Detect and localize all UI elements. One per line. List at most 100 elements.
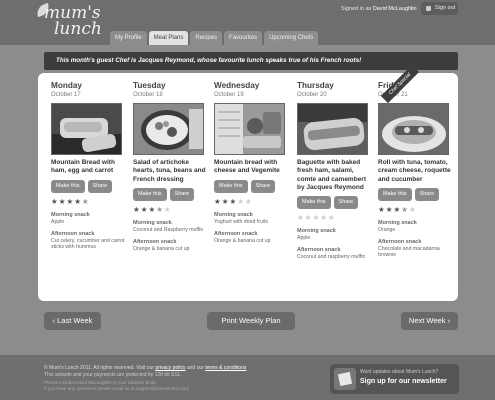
guest-chef-banner: This month's guest Chef is Jacques Reymo… [44, 52, 458, 70]
day-name: Tuesday [133, 81, 166, 90]
star-icon: ★ [51, 196, 58, 206]
share-button[interactable]: Share [87, 179, 113, 193]
afternoon-snack: Orange & banana cut up [214, 237, 271, 244]
morning-snack: Orange [378, 226, 396, 233]
meal-photo[interactable] [214, 103, 285, 155]
star-icon: ★ [148, 204, 156, 214]
star-rating[interactable]: ★ ★ ★ ★ ★ [133, 204, 207, 214]
tab-recipes[interactable]: Recipes [190, 31, 223, 45]
meal-photo[interactable] [378, 103, 449, 155]
tab-meal-plans[interactable]: Meal Plans [148, 31, 189, 45]
star-icon: ★ [214, 196, 221, 206]
meal-photo[interactable] [297, 103, 368, 155]
empty-star-icon: ★ [244, 196, 252, 206]
half-star-icon: ★ [401, 204, 408, 214]
share-button[interactable]: Share [333, 196, 359, 210]
copyright-text: © Mum's Lunch 2011. All rights reserved.… [44, 365, 155, 371]
logo-line-2: lunch [54, 19, 102, 39]
morning-snack-heading: Morning snack [214, 211, 253, 218]
half-star-icon: ★ [81, 196, 89, 206]
meal-title[interactable]: Baguette with baked fresh ham, salami, c… [297, 159, 371, 192]
morning-snack: Apple [51, 218, 65, 225]
make-this-button[interactable]: Make this [51, 179, 85, 193]
next-week-button[interactable]: Next Week › [401, 312, 458, 330]
morning-snack-heading: Morning snack [297, 228, 336, 235]
afternoon-snack: Cut celery, cucumber and carrot sticks w… [51, 237, 125, 251]
afternoon-snack: Chocolate and macadamia brownie [378, 246, 440, 259]
afternoon-snack-heading: Afternoon snack [297, 247, 341, 254]
privacy-policy-link[interactable]: privacy policy [155, 365, 185, 371]
tab-upcoming-chefs[interactable]: Upcoming Chefs [264, 31, 319, 45]
next-week-label: Next Week [408, 316, 446, 325]
user-name[interactable]: David McLaughlin [373, 6, 417, 12]
meal-photo[interactable] [51, 103, 122, 155]
day-column-thursday: Thursday October 20 Baguette with baked … [297, 81, 371, 261]
meal-title[interactable]: Salad of artichoke hearts, tuna, beans a… [133, 159, 207, 184]
signed-in-label: Signed in as [341, 6, 372, 12]
make-this-button[interactable]: Make this [214, 179, 248, 193]
star-rating[interactable]: ★ ★ ★ ★ ★ [214, 196, 288, 206]
star-rating[interactable]: ★ ★ ★ ★ ★ [378, 204, 452, 214]
meal-title[interactable]: Roll with tuna, tomato, cream cheese, ro… [378, 159, 452, 184]
star-icon: ★ [74, 196, 81, 206]
empty-star-icon: ★ [408, 204, 416, 214]
day-date: October 17 [51, 92, 81, 98]
terms-link[interactable]: terms & conditions [205, 365, 246, 371]
afternoon-snack: Orange & banana cut up [133, 246, 190, 253]
empty-star-icon: ★ [163, 204, 171, 214]
make-this-button[interactable]: Make this [378, 187, 412, 201]
star-icon: ★ [378, 204, 385, 214]
empty-star-icon: ★ [304, 213, 312, 223]
main-tabs: My Profile Meal Plans Recipes Favourites… [110, 31, 319, 45]
meal-title[interactable]: Mountain bread with cheese and Vegemite [214, 159, 288, 176]
mums-lunch-logo[interactable]: mum's lunch [34, 2, 104, 41]
empty-star-icon: ★ [237, 196, 244, 206]
address-book-notice: Please include David McLaughlin in your … [44, 380, 157, 385]
and-text: and our [186, 365, 204, 371]
empty-star-icon: ★ [297, 213, 304, 223]
empty-star-icon: ★ [312, 213, 320, 223]
day-name: Thursday [297, 81, 334, 90]
afternoon-snack-heading: Afternoon snack [51, 230, 95, 237]
signed-in-status: Signed in as David McLaughlin [341, 6, 417, 12]
print-label: Print Weekly Plan [221, 316, 281, 325]
morning-snack-heading: Morning snack [133, 219, 172, 226]
day-date: October 19 [214, 92, 244, 98]
star-icon: ★ [221, 196, 229, 206]
afternoon-snack-heading: Afternoon snack [378, 239, 422, 246]
empty-star-icon: ★ [320, 213, 327, 223]
header: mum's lunch Signed in as David McLaughli… [0, 0, 495, 45]
newsletter-cta: Sign up for our newsletter [360, 378, 447, 385]
day-name: Wednesday [214, 81, 260, 90]
morning-snack-heading: Morning snack [51, 211, 90, 218]
star-icon: ★ [393, 204, 401, 214]
day-column-monday: Monday October 17 Mountain Bread with ha… [51, 81, 125, 250]
star-icon: ★ [58, 196, 66, 206]
share-button[interactable]: Share [414, 187, 440, 201]
star-icon: ★ [385, 204, 393, 214]
star-rating[interactable]: ★ ★ ★ ★ ★ [51, 196, 125, 206]
footer: © Mum's Lunch 2011. All rights reserved.… [0, 355, 495, 400]
morning-snack: Yoghurt with dried fruits [214, 218, 269, 225]
tab-my-profile[interactable]: My Profile [110, 31, 147, 45]
make-this-button[interactable]: Make this [297, 196, 331, 210]
lock-icon [426, 6, 431, 11]
last-week-button[interactable]: ‹ Last Week [44, 312, 101, 330]
newsletter-signup-button[interactable]: Want updates about Mum's Lunch? Sign up … [330, 364, 459, 394]
star-icon: ★ [229, 196, 237, 206]
share-button[interactable]: Share [169, 187, 195, 201]
tab-favourites[interactable]: Favourites [224, 31, 263, 45]
day-name: Monday [51, 81, 82, 90]
afternoon-snack-heading: Afternoon snack [214, 230, 258, 237]
copyright-line: © Mum's Lunch 2011. All rights reserved.… [44, 365, 246, 371]
make-this-button[interactable]: Make this [133, 187, 167, 201]
day-column-tuesday: Tuesday October 18 Salad of artichoke he… [133, 81, 207, 252]
print-weekly-plan-button[interactable]: Print Weekly Plan [207, 312, 295, 330]
sign-out-button[interactable]: Sign out [421, 2, 458, 15]
meal-title[interactable]: Mountain Bread with ham, egg and carrot [51, 159, 125, 176]
star-rating[interactable]: ★ ★ ★ ★ ★ [297, 214, 371, 222]
last-week-label: Last Week [57, 316, 93, 325]
share-button[interactable]: Share [250, 179, 276, 193]
newsletter-question: Want updates about Mum's Lunch? [360, 369, 439, 375]
meal-photo[interactable] [133, 103, 204, 155]
